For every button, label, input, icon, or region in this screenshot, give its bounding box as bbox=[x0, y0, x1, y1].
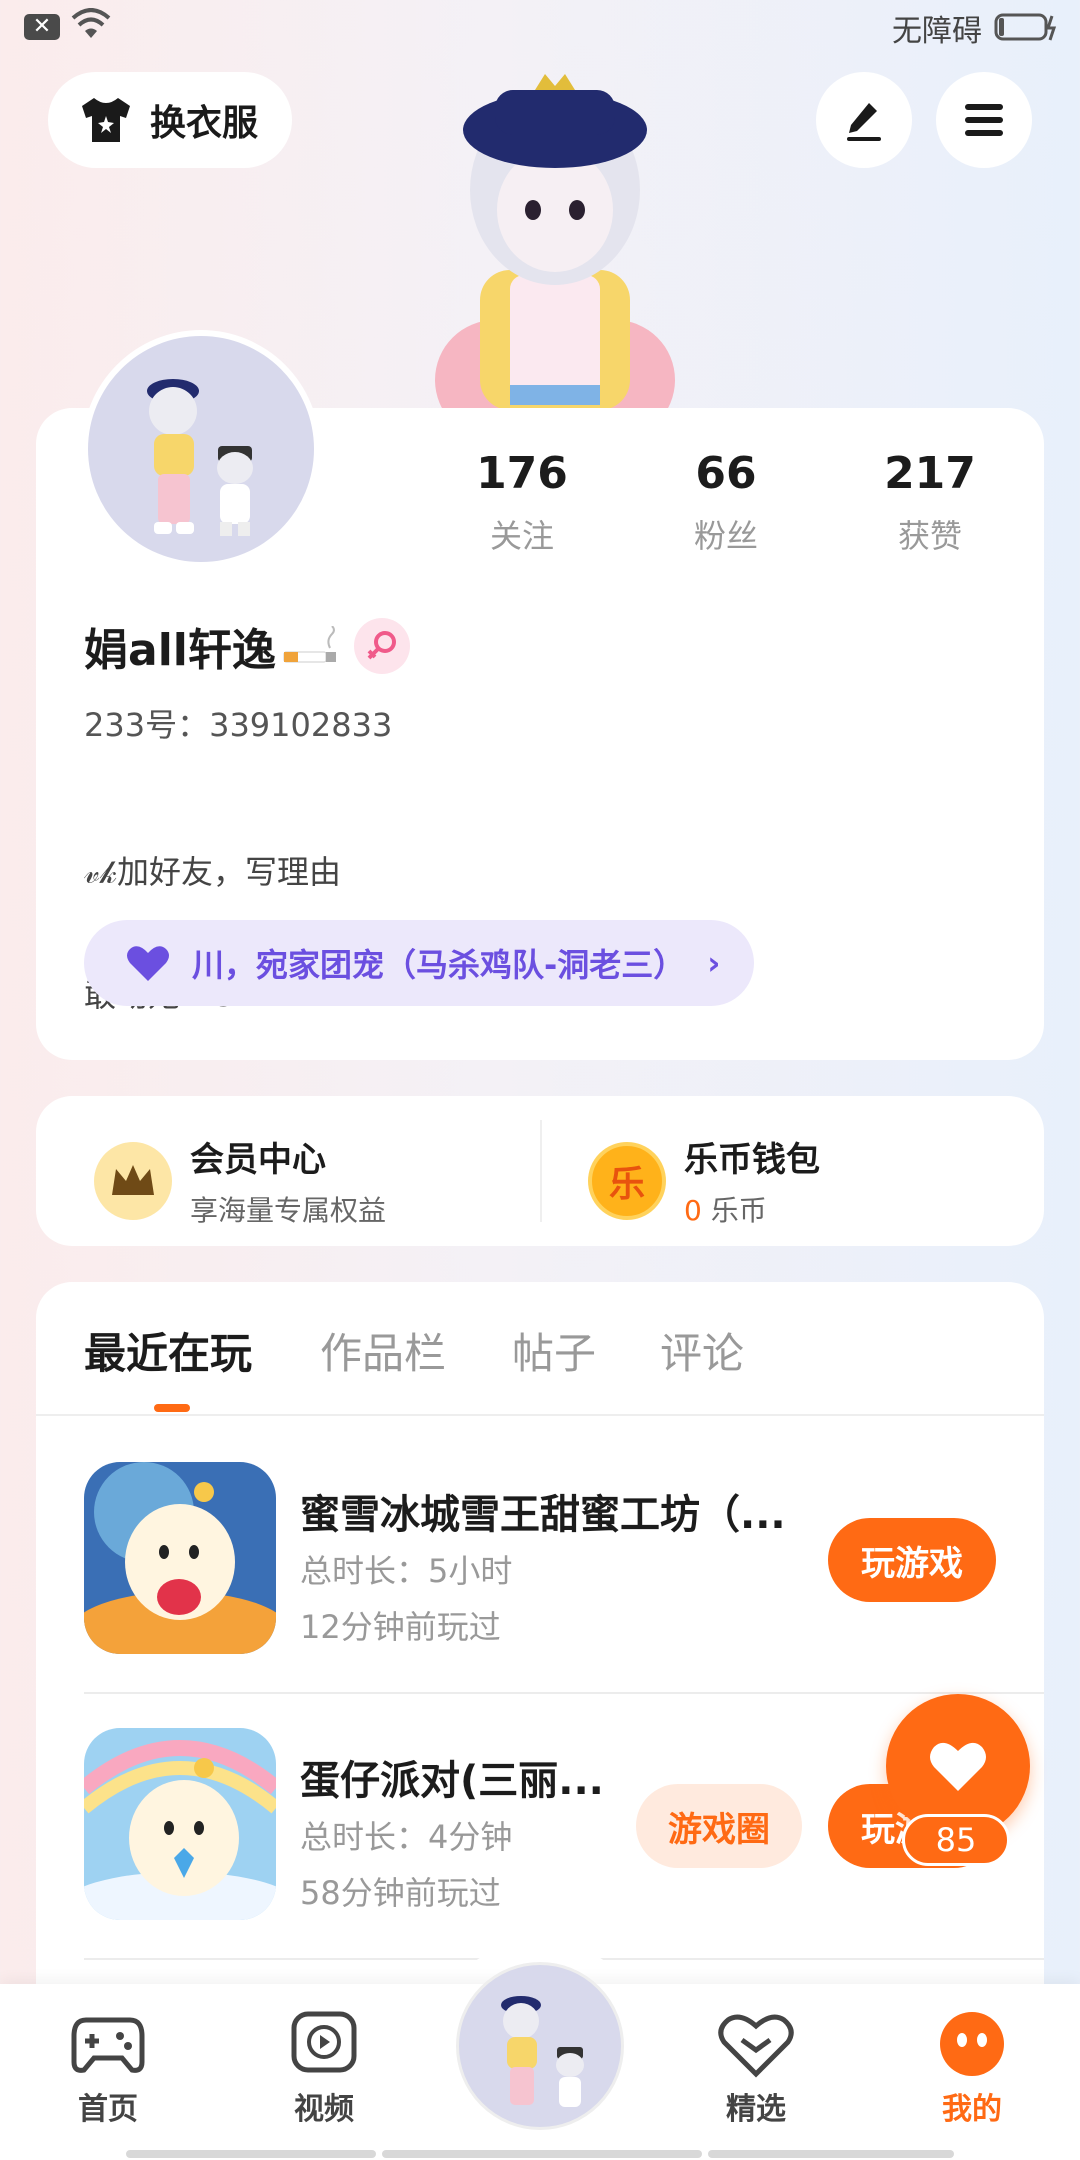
heart-icon bbox=[930, 1742, 986, 1791]
game-last-played: 58分钟前玩过 bbox=[300, 1874, 501, 1912]
face-icon bbox=[940, 2012, 1004, 2076]
cigarette-emoji-icon bbox=[283, 626, 336, 663]
notification-close-icon: ✕ bbox=[24, 14, 60, 40]
game-last-played: 12分钟前玩过 bbox=[300, 1608, 501, 1646]
shirt-icon bbox=[82, 98, 130, 142]
play-game-button[interactable]: 玩游戏 bbox=[828, 1518, 996, 1602]
wallet-balance: 0 bbox=[684, 1194, 702, 1227]
nickname: 娟all轩逸 bbox=[84, 614, 340, 678]
coin-icon: 乐 bbox=[588, 1141, 666, 1220]
wallet-unit: 乐币 bbox=[710, 1194, 767, 1227]
tab-comments[interactable]: 评论 bbox=[660, 1320, 744, 1381]
nav-featured-label: 精选 bbox=[726, 2092, 786, 2127]
tab-works[interactable]: 作品栏 bbox=[320, 1320, 446, 1381]
nav-video-label: 视频 bbox=[294, 2092, 354, 2127]
like-count-badge: 85 bbox=[902, 1814, 1010, 1866]
wallet-balance-line: 0 乐币 bbox=[684, 1189, 820, 1229]
nav-home[interactable]: 首页 bbox=[48, 2010, 168, 2128]
divider bbox=[540, 1120, 542, 1222]
heart-icon bbox=[127, 946, 169, 981]
nav-video[interactable]: 视频 bbox=[264, 2010, 384, 2128]
membership-title: 会员中心 bbox=[190, 1140, 326, 1180]
tab-divider bbox=[36, 1414, 1044, 1416]
battery-icon bbox=[994, 13, 1057, 41]
heart-diamond-icon bbox=[718, 2014, 794, 2078]
game-icon[interactable] bbox=[84, 1462, 276, 1654]
hamburger-menu-icon bbox=[965, 104, 1003, 136]
following-label: 关注 bbox=[489, 517, 554, 555]
likes-count: 217 bbox=[884, 448, 976, 499]
game-duration: 总时长：5小时 bbox=[300, 1552, 513, 1590]
nickname-text: 娟all轩逸 bbox=[84, 625, 276, 676]
tab-posts[interactable]: 帖子 bbox=[512, 1320, 596, 1381]
membership-subtitle: 享海量专属权益 bbox=[190, 1194, 387, 1227]
user-id: 233号：339102833 bbox=[84, 706, 393, 744]
status-bar: ✕ 无障碍 bbox=[0, 0, 1080, 56]
crown-icon bbox=[94, 1141, 172, 1220]
stat-likes[interactable]: 217 获赞 bbox=[840, 448, 1020, 557]
change-outfit-button[interactable]: 换衣服 bbox=[48, 72, 292, 168]
gesture-bar bbox=[382, 2150, 702, 2158]
family-group-text: 川，宛家团宠（马杀鸡队-洞老三） bbox=[192, 946, 686, 984]
likes-label: 获赞 bbox=[897, 517, 962, 555]
avatar-character-figure[interactable] bbox=[400, 60, 710, 410]
following-count: 176 bbox=[476, 448, 568, 499]
change-outfit-label: 换衣服 bbox=[150, 103, 259, 144]
active-tab-indicator bbox=[154, 1404, 190, 1412]
wallet-title: 乐币钱包 bbox=[684, 1140, 820, 1180]
game-icon[interactable] bbox=[84, 1728, 276, 1920]
chevron-right-icon: › bbox=[707, 944, 721, 982]
game-title: 蜜雪冰城雪王甜蜜工坊（... bbox=[300, 1492, 786, 1538]
pencil-icon bbox=[847, 103, 881, 141]
game-duration: 总时长：4分钟 bbox=[300, 1818, 513, 1856]
game-title: 蛋仔派对(三丽... bbox=[300, 1758, 604, 1804]
fans-label: 粉丝 bbox=[693, 517, 758, 555]
stat-following[interactable]: 176 关注 bbox=[432, 448, 612, 557]
edit-profile-button[interactable] bbox=[816, 72, 912, 168]
tab-recently-played[interactable]: 最近在玩 bbox=[84, 1320, 252, 1381]
menu-button[interactable] bbox=[936, 72, 1032, 168]
nav-mine[interactable]: 我的 bbox=[912, 2010, 1032, 2128]
play-video-icon bbox=[291, 2011, 357, 2073]
nav-mine-label: 我的 bbox=[942, 2092, 1002, 2127]
bio-line-1: 𝓋𝓀加好友，写理由 bbox=[84, 853, 341, 891]
gamepad-icon bbox=[71, 2017, 145, 2073]
accessibility-label: 无障碍 bbox=[892, 14, 982, 49]
gesture-bar bbox=[126, 2150, 376, 2158]
family-group-pill[interactable]: 川，宛家团宠（马杀鸡队-洞老三） › bbox=[84, 920, 754, 1006]
profile-avatar[interactable] bbox=[82, 330, 320, 568]
membership-center[interactable]: 会员中心 享海量专属权益 bbox=[94, 1132, 386, 1229]
game-circle-button[interactable]: 游戏圈 bbox=[636, 1784, 802, 1868]
nav-avatar-button[interactable] bbox=[456, 1962, 624, 2130]
fans-count: 66 bbox=[695, 448, 757, 499]
nav-featured[interactable]: 精选 bbox=[696, 2010, 816, 2128]
gesture-bar bbox=[708, 2150, 954, 2158]
wifi-icon bbox=[71, 8, 111, 38]
female-gender-icon bbox=[354, 618, 410, 674]
nav-home-label: 首页 bbox=[78, 2092, 138, 2127]
row-divider bbox=[84, 1692, 1044, 1694]
stat-fans[interactable]: 66 粉丝 bbox=[636, 448, 816, 557]
coin-wallet[interactable]: 乐 乐币钱包 0 乐币 bbox=[588, 1132, 820, 1229]
